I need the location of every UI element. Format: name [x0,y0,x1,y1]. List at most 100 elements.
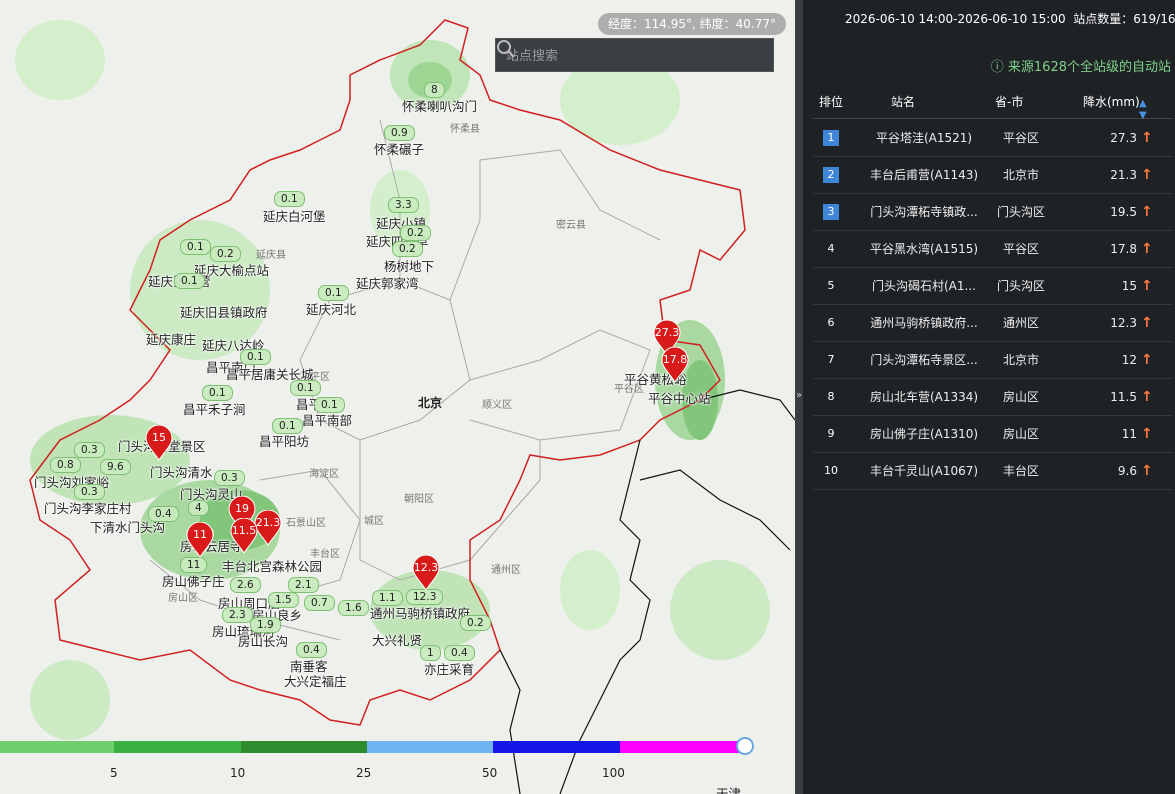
time-range: 2026-06-10 14:00-2026-06-10 15:00 [845,12,1066,26]
table-row[interactable]: 2 丰台后甫营(A1143) 北京市 21.3 ↑ [813,157,1173,194]
pin-value: 27.3 [654,326,680,339]
rain-pin[interactable]: 21.3 [254,510,282,546]
table-row[interactable]: 8 房山北车营(A1334) 房山区 11.5 ↑ [813,379,1173,416]
rain-pin[interactable]: 12.3 [412,555,440,591]
rain-pin[interactable]: 15 [145,425,173,461]
station-label[interactable]: 亦庄采育 [424,659,474,678]
info-icon: ⓘ [990,60,1004,75]
station-label[interactable]: 房山长沟 [238,631,288,650]
station-name[interactable]: 门头沟潭柘寺镇政... [849,194,999,230]
value-bubble[interactable]: 0.1 [290,380,321,396]
value-bubble[interactable]: 1.6 [338,600,369,616]
value-bubble[interactable]: 0.4 [296,642,327,658]
legend-slider-handle[interactable] [736,737,754,755]
table-row[interactable]: 4 平谷黑水湾(A1515) 平谷区 17.8 ↑ [813,231,1173,268]
value-bubble[interactable]: 2.6 [230,577,261,593]
rainfall-map[interactable]: 经度：114.95°, 纬度：40.77° 北京 天津 怀柔县 延庆县 密云县 … [0,0,795,794]
rainfall-legend[interactable] [0,741,745,753]
table-row[interactable]: 7 门头沟潭柘寺景区... 北京市 12 ↑ [813,342,1173,379]
value-bubble[interactable]: 11 [180,557,208,573]
rain-value: 11.5 [1110,390,1137,404]
value-bubble[interactable]: 0.4 [148,506,179,522]
station-label[interactable]: 延庆郭家湾 [356,273,419,292]
station-label[interactable]: 延庆白河堡 [263,206,326,225]
search-icon[interactable] [496,39,516,59]
value-bubble[interactable]: 0.3 [74,442,105,458]
station-label[interactable]: 门头沟李家庄村 [44,498,132,517]
station-label[interactable]: 昌平禾子涧 [183,399,246,418]
value-bubble[interactable]: 0.1 [274,191,305,207]
station-name[interactable]: 门头沟碣石村(A1... [849,268,999,304]
value-bubble[interactable]: 0.1 [202,385,233,401]
col-rain[interactable]: 降水(mm) [1083,86,1140,118]
station-label[interactable]: 延庆河北 [306,299,356,318]
value-bubble[interactable]: 0.2 [460,615,491,631]
value-bubble[interactable]: 0.4 [444,645,475,661]
value-bubble[interactable]: 0.2 [392,241,423,257]
station-name[interactable]: 丰台千灵山(A1067) [849,453,999,489]
legend-segment [493,741,620,753]
table-row[interactable]: 10 丰台千灵山(A1067) 丰台区 9.6 ↑ [813,453,1173,490]
station-label[interactable]: 丰台北宫森林公园 [222,556,322,575]
station-label[interactable]: 大兴礼贤 [372,630,422,649]
station-name[interactable]: 平谷黑水湾(A1515) [849,231,999,267]
value-bubble[interactable]: 1.9 [250,617,281,633]
station-label[interactable]: 平谷中心站 [648,388,711,407]
value-bubble[interactable]: 3.3 [388,197,419,213]
pin-value: 15 [152,431,166,444]
value-bubble[interactable]: 8 [424,82,445,98]
station-search[interactable] [495,38,774,73]
value-bubble[interactable]: 0.7 [304,595,335,611]
source-note: ⓘ 来源1628个全站级的自动站 [991,56,1171,75]
value-bubble[interactable]: 4 [188,500,209,516]
value-bubble[interactable]: 0.9 [384,125,415,141]
value-bubble[interactable]: 0.1 [318,285,349,301]
value-bubble[interactable]: 2.3 [222,607,253,623]
station-label[interactable]: 怀柔碾子 [374,139,424,158]
rain-pin[interactable]: 17.8 [661,347,689,383]
value-bubble[interactable]: 0.1 [272,418,303,434]
search-input[interactable] [504,39,748,73]
rain-pin[interactable]: 11 [186,522,214,558]
value-bubble[interactable]: 0.1 [314,397,345,413]
station-label[interactable]: 大兴定福庄 [284,671,347,690]
trend-up-icon: ↑ [1141,130,1153,146]
value-bubble[interactable]: 9.6 [100,459,131,475]
value-bubble[interactable]: 0.3 [74,484,105,500]
value-bubble[interactable]: 0.2 [400,225,431,241]
value-bubble[interactable]: 1.5 [268,592,299,608]
table-row[interactable]: 6 通州马驹桥镇政府... 通州区 12.3 ↑ [813,305,1173,342]
value-bubble[interactable]: 0.3 [214,470,245,486]
value-bubble[interactable]: 0.2 [210,246,241,262]
station-name[interactable]: 房山北车营(A1334) [849,379,999,415]
value-bubble[interactable]: 1 [420,645,441,661]
value-bubble[interactable]: 2.1 [288,577,319,593]
rain-pin[interactable]: 11.5 [230,518,258,554]
value-bubble[interactable]: 1.1 [372,590,403,606]
station-label[interactable]: 延庆旧县镇政府 [180,302,268,321]
value-bubble[interactable]: 0.1 [240,349,271,365]
legend-tick: 25 [356,766,372,780]
station-name[interactable]: 通州马驹桥镇政府... [849,305,999,341]
rain-value: 11 [1121,427,1137,441]
panel-splitter[interactable]: » [795,0,803,794]
station-name[interactable]: 房山佛子庄(A1310) [849,416,999,452]
station-label[interactable]: 延庆康庄 [146,329,196,348]
table-row[interactable]: 1 平谷塔洼(A1521) 平谷区 27.3 ↑ [813,120,1173,157]
station-label[interactable]: 怀柔喇叭沟门 [402,96,477,115]
table-row[interactable]: 3 门头沟潭柘寺镇政... 门头沟区 19.5 ↑ [813,194,1173,231]
sort-icon[interactable]: ▲ ▼ [1139,86,1147,122]
value-bubble[interactable]: 0.8 [50,457,81,473]
station-label[interactable]: 房山佛子庄 [162,571,225,590]
value-bubble[interactable]: 0.1 [174,273,205,289]
table-row[interactable]: 9 房山佛子庄(A1310) 房山区 11 ↑ [813,416,1173,453]
station-name[interactable]: 门头沟潭柘寺景区... [849,342,999,378]
table-row[interactable]: 5 门头沟碣石村(A1... 门头沟区 15 ↑ [813,268,1173,305]
value-bubble[interactable]: 0.1 [180,239,211,255]
collapse-arrow-icon[interactable]: » [795,390,803,401]
station-label[interactable]: 门头沟清水 [150,462,213,481]
station-name[interactable]: 平谷塔洼(A1521) [849,120,999,156]
rank-badge: 9 [827,427,835,440]
station-name[interactable]: 丰台后甫营(A1143) [849,157,999,193]
value-bubble[interactable]: 12.3 [406,589,444,605]
